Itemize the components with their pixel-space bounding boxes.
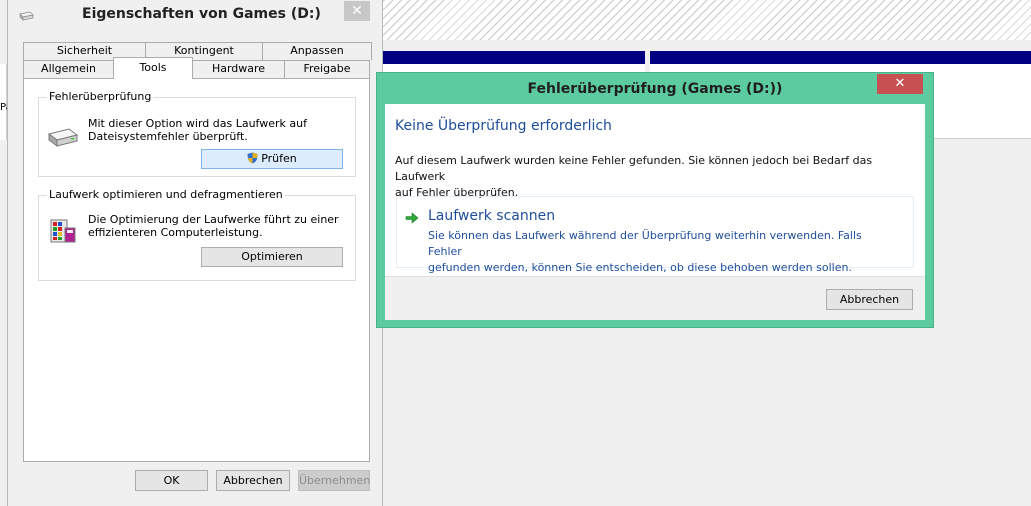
shield-icon (247, 152, 258, 164)
tab-allgemein[interactable]: Allgemein (23, 60, 114, 78)
drive-icon (47, 128, 79, 147)
scan-drive-title: Laufwerk scannen (428, 208, 556, 224)
dialog-footer: Abbrechen (385, 276, 925, 320)
check-button[interactable]: Prüfen (201, 149, 343, 169)
background-header-left (383, 51, 645, 64)
scan-drive-option[interactable]: Laufwerk scannen Sie können das Laufwerk… (396, 196, 914, 274)
cancel-button[interactable]: Abbrechen (216, 470, 290, 491)
check-group-text-2: Dateisystemfehler überprüft. (88, 130, 248, 143)
dialog-close-button[interactable]: ✕ (877, 74, 923, 94)
dialog-message-line-1: Auf diesem Laufwerk wurden keine Fehler … (395, 154, 873, 183)
tabs-row-2: Allgemein Hardware Freigabe Tools (23, 57, 370, 79)
optimize-group-text-1: Die Optimierung der Laufwerke führt zu e… (88, 213, 339, 226)
tabs-row-1: Sicherheit Kontingent Anpassen (23, 42, 372, 60)
dialog-title[interactable]: Fehlerüberprüfung (Games (D:)) (377, 73, 933, 104)
properties-close-button[interactable]: ✕ (344, 1, 370, 21)
ok-button[interactable]: OK (135, 470, 208, 491)
tools-tab-panel: Fehlerüberprüfung Mit dieser Option wird… (23, 78, 370, 462)
properties-title: Eigenschaften von Games (D:) (82, 6, 321, 22)
background-hatch (383, 0, 1031, 40)
check-group: Fehlerüberprüfung Mit dieser Option wird… (38, 90, 356, 177)
close-icon: ✕ (894, 76, 906, 91)
drive-icon (19, 11, 34, 21)
dialog-cancel-button[interactable]: Abbrechen (826, 289, 913, 310)
background-header-right (650, 51, 1031, 64)
tab-anpassen[interactable]: Anpassen (262, 42, 372, 60)
error-check-dialog: Fehlerüberprüfung (Games (D:)) ✕ Keine Ü… (377, 73, 933, 327)
scan-desc-line-1: Sie können das Laufwerk während der Über… (428, 229, 862, 258)
check-button-label: Prüfen (261, 152, 297, 165)
check-group-text-1: Mit dieser Option wird das Laufwerk auf (88, 117, 307, 130)
dialog-body: Keine Überprüfung erforderlich Auf diese… (385, 104, 925, 276)
properties-titlebar[interactable]: Eigenschaften von Games (D:) ✕ (8, 0, 382, 33)
scan-desc-line-2: gefunden werden, können Sie entscheiden,… (428, 261, 852, 274)
dialog-message: Auf diesem Laufwerk wurden keine Fehler … (395, 153, 915, 201)
tab-hardware[interactable]: Hardware (192, 60, 285, 78)
scan-drive-description: Sie können das Laufwerk während der Über… (428, 228, 898, 276)
properties-window: Eigenschaften von Games (D:) ✕ Sicherhei… (7, 0, 383, 506)
check-group-label: Fehlerüberprüfung (47, 90, 154, 103)
background-left-pane: Pa (0, 64, 12, 140)
tab-freigabe[interactable]: Freigabe (284, 60, 370, 78)
dialog-heading: Keine Überprüfung erforderlich (395, 118, 612, 134)
close-icon: ✕ (351, 3, 363, 19)
green-arrow-icon (405, 212, 419, 224)
optimize-group: Laufwerk optimieren und defragmentieren … (38, 188, 356, 281)
optimize-group-text-2: effizienteren Computerleistung. (88, 226, 263, 239)
optimize-group-label: Laufwerk optimieren und defragmentieren (47, 188, 285, 201)
tab-tools[interactable]: Tools (113, 57, 193, 79)
apply-button[interactable]: Übernehmen (298, 470, 370, 491)
defrag-icon (50, 219, 76, 243)
optimize-button[interactable]: Optimieren (201, 247, 343, 267)
